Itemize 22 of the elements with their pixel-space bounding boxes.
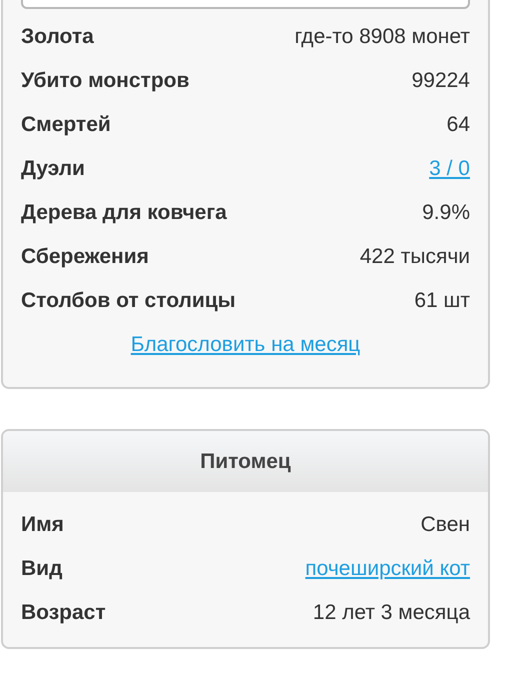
bless-link[interactable]: Благословить на месяц bbox=[130, 329, 360, 361]
row-label: Возраст bbox=[21, 600, 106, 626]
row-value: Свен bbox=[420, 512, 470, 538]
row-label: Смертей bbox=[21, 112, 111, 138]
row-value: 64 bbox=[446, 112, 470, 138]
value-link[interactable]: почеширский кот bbox=[305, 553, 470, 585]
panel-title: Питомец bbox=[200, 448, 291, 475]
row-label: Дерева для ковчега bbox=[21, 200, 227, 226]
row-label: Имя bbox=[21, 512, 64, 538]
row-value: 422 тысячи bbox=[360, 244, 470, 270]
value-link[interactable]: 3 / 0 bbox=[429, 153, 470, 185]
row-value: 12 лет 3 месяца bbox=[312, 600, 470, 626]
row-label: Сбережения bbox=[21, 244, 149, 270]
row-label: Дуэли bbox=[21, 156, 85, 182]
row-label: Убито монстров bbox=[21, 68, 190, 94]
row-value: где-то 8908 монет bbox=[294, 24, 470, 50]
row-label: Золота bbox=[21, 24, 94, 50]
row-value: 99224 bbox=[412, 68, 470, 94]
row-label: Столбов от столицы bbox=[21, 288, 236, 314]
row-label: Вид bbox=[21, 556, 62, 582]
row-value: 9.9% bbox=[422, 200, 470, 226]
row-value: 61 шт bbox=[414, 288, 470, 314]
